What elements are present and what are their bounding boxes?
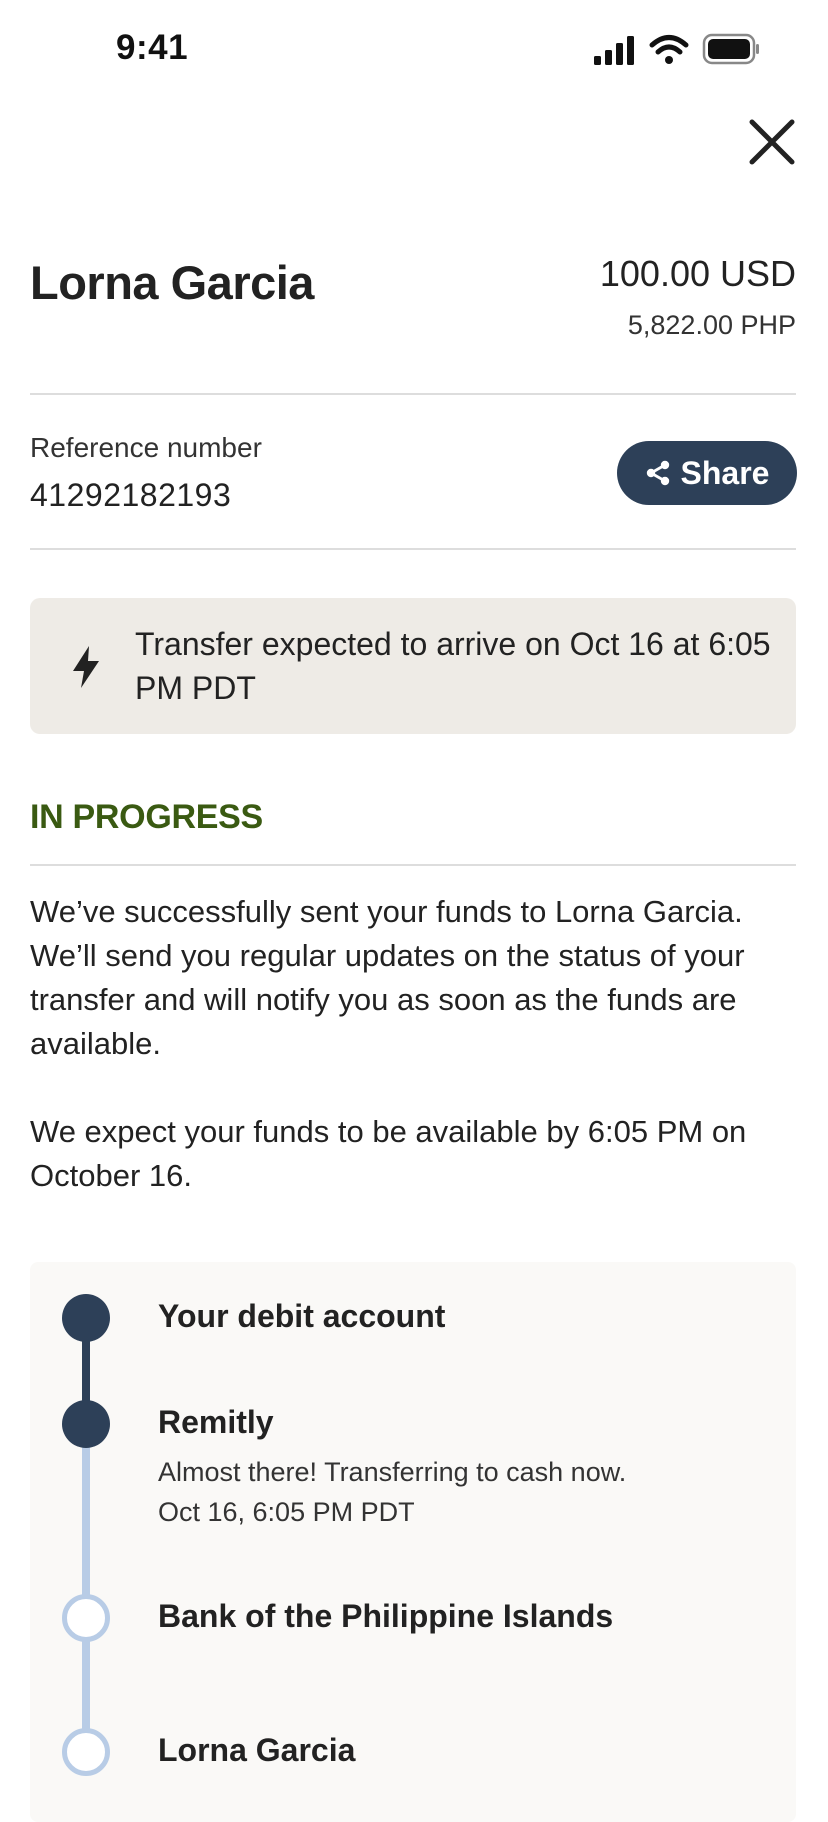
timeline-step-detail: Almost there! Transferring to cash now.	[158, 1457, 627, 1487]
reference-label: Reference number	[30, 432, 262, 463]
timeline-dot-complete	[62, 1294, 110, 1342]
timeline-dot-pending	[62, 1594, 110, 1642]
status-bar-icons	[594, 33, 759, 65]
divider	[30, 393, 796, 395]
amount-sent: 100.00 USD	[599, 253, 796, 294]
timeline-step-title: Bank of the Philippine Islands	[158, 1598, 614, 1634]
transfer-timeline	[30, 1262, 796, 1822]
share-icon	[646, 460, 669, 486]
divider	[30, 548, 796, 550]
eta-text: Transfer expected to arrive on Oct 16 at…	[135, 626, 771, 706]
close-button[interactable]	[744, 114, 800, 170]
status-message: We’ve successfully sent your funds to Lo…	[30, 894, 745, 1061]
wifi-icon	[649, 35, 689, 64]
reference-number[interactable]: 41292182193	[30, 477, 231, 514]
availability-message: We expect your funds to be available by …	[30, 1114, 747, 1193]
timeline-dot-complete	[62, 1400, 110, 1448]
share-button[interactable]: Share	[617, 441, 797, 505]
divider	[30, 864, 796, 866]
timeline-step-title: Your debit account	[158, 1298, 446, 1334]
signal-icon	[594, 36, 634, 65]
close-icon	[749, 119, 795, 165]
timeline-dot-pending	[62, 1728, 110, 1776]
amount-received: 5,822.00 PHP	[627, 310, 796, 340]
share-label: Share	[680, 454, 770, 491]
recipient-name: Lorna Garcia	[30, 256, 314, 309]
status-label: IN PROGRESS	[30, 798, 263, 836]
battery-icon	[702, 33, 759, 65]
timeline-connector-pending	[82, 1424, 90, 1752]
timeline-step-title: Remitly	[158, 1404, 274, 1440]
lightning-icon	[73, 646, 99, 688]
status-bar-time: 9:41	[116, 28, 189, 67]
timeline-step-timestamp: Oct 16, 6:05 PM PDT	[158, 1497, 415, 1527]
timeline-step-title: Lorna Garcia	[158, 1732, 356, 1768]
